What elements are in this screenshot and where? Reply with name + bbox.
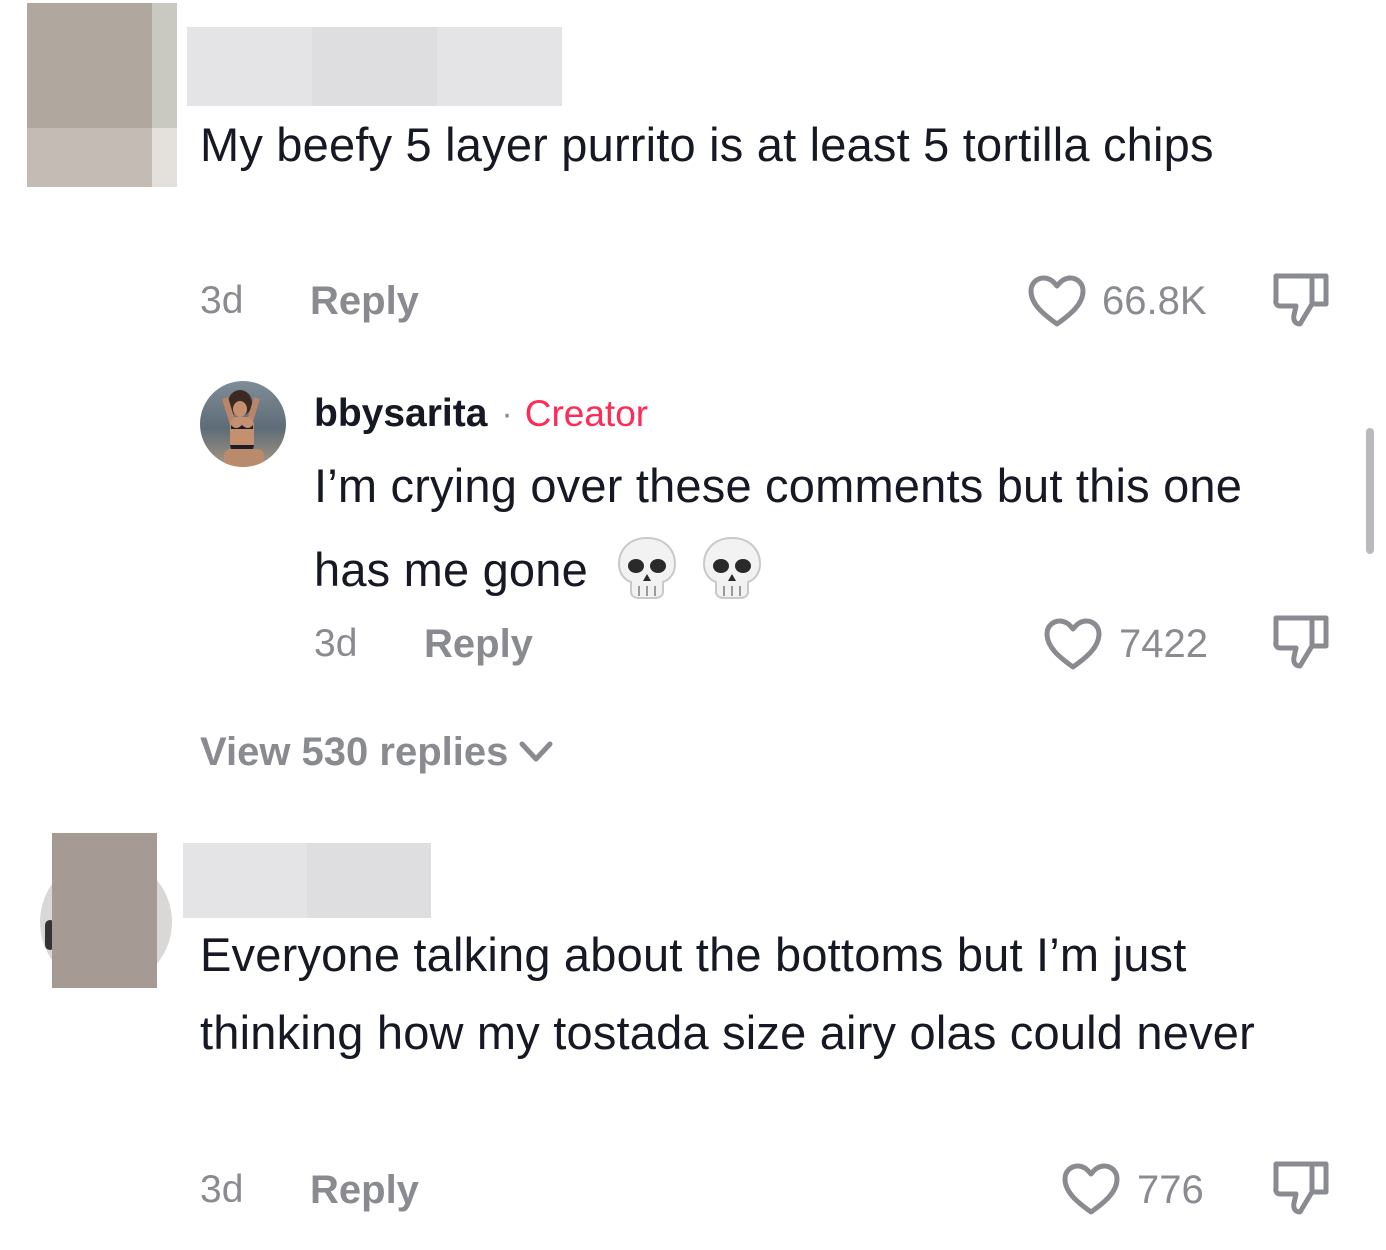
view-replies-button[interactable]: View 530 replies bbox=[200, 726, 556, 778]
scrollbar-thumb[interactable] bbox=[1366, 428, 1374, 554]
skull-emoji bbox=[702, 536, 762, 600]
dislike-button[interactable] bbox=[1270, 1158, 1332, 1216]
comment-2: Everyone talking about the bottoms but I… bbox=[0, 820, 1386, 1250]
username-redacted[interactable] bbox=[187, 27, 562, 106]
dislike-button[interactable] bbox=[1270, 270, 1332, 328]
dislike-icon[interactable] bbox=[1270, 612, 1332, 670]
dislike-button[interactable] bbox=[1270, 612, 1332, 670]
chevron-down-icon bbox=[519, 741, 553, 762]
reply-button[interactable]: Reply bbox=[310, 279, 419, 324]
like-button[interactable] bbox=[1061, 1162, 1121, 1216]
skull-emoji bbox=[617, 536, 677, 600]
like-button[interactable] bbox=[1043, 617, 1103, 671]
heart-icon[interactable] bbox=[1027, 274, 1087, 328]
separator-dot: · bbox=[501, 394, 513, 433]
dislike-icon[interactable] bbox=[1270, 1158, 1332, 1216]
like-count: 776 bbox=[1137, 1168, 1204, 1212]
username-redacted[interactable] bbox=[183, 843, 431, 918]
comment-time: 3d bbox=[200, 1168, 244, 1211]
creator-avatar[interactable] bbox=[200, 381, 286, 467]
reply-button[interactable]: Reply bbox=[310, 1168, 419, 1213]
comment-text: My beefy 5 layer purrito is at least 5 t… bbox=[200, 118, 1214, 171]
reply-text-container: I’m crying over these comments but this … bbox=[314, 444, 1324, 612]
comment-text: Everyone talking about the bottoms but I… bbox=[200, 928, 1255, 1059]
like-count: 66.8K bbox=[1102, 279, 1207, 323]
dislike-icon[interactable] bbox=[1270, 270, 1332, 328]
avatar-redacted[interactable] bbox=[27, 3, 177, 187]
creator-badge: Creator bbox=[524, 393, 649, 434]
heart-icon[interactable] bbox=[1061, 1162, 1121, 1216]
reply-header: bbysarita · Creator bbox=[314, 390, 648, 438]
reply-button[interactable]: Reply bbox=[424, 622, 533, 667]
reply-comment: bbysarita · Creator I’m crying over thes… bbox=[0, 360, 1386, 690]
like-count: 7422 bbox=[1119, 622, 1208, 666]
heart-icon[interactable] bbox=[1043, 617, 1103, 671]
reply-text: I’m crying over these comments but this … bbox=[314, 459, 1243, 596]
comment-time: 3d bbox=[200, 279, 244, 322]
view-replies-label: View 530 replies bbox=[200, 729, 509, 774]
reply-time: 3d bbox=[314, 622, 358, 665]
creator-username[interactable]: bbysarita bbox=[314, 392, 487, 436]
like-button[interactable] bbox=[1027, 274, 1087, 328]
comment-1: My beefy 5 layer purrito is at least 5 t… bbox=[0, 0, 1386, 340]
